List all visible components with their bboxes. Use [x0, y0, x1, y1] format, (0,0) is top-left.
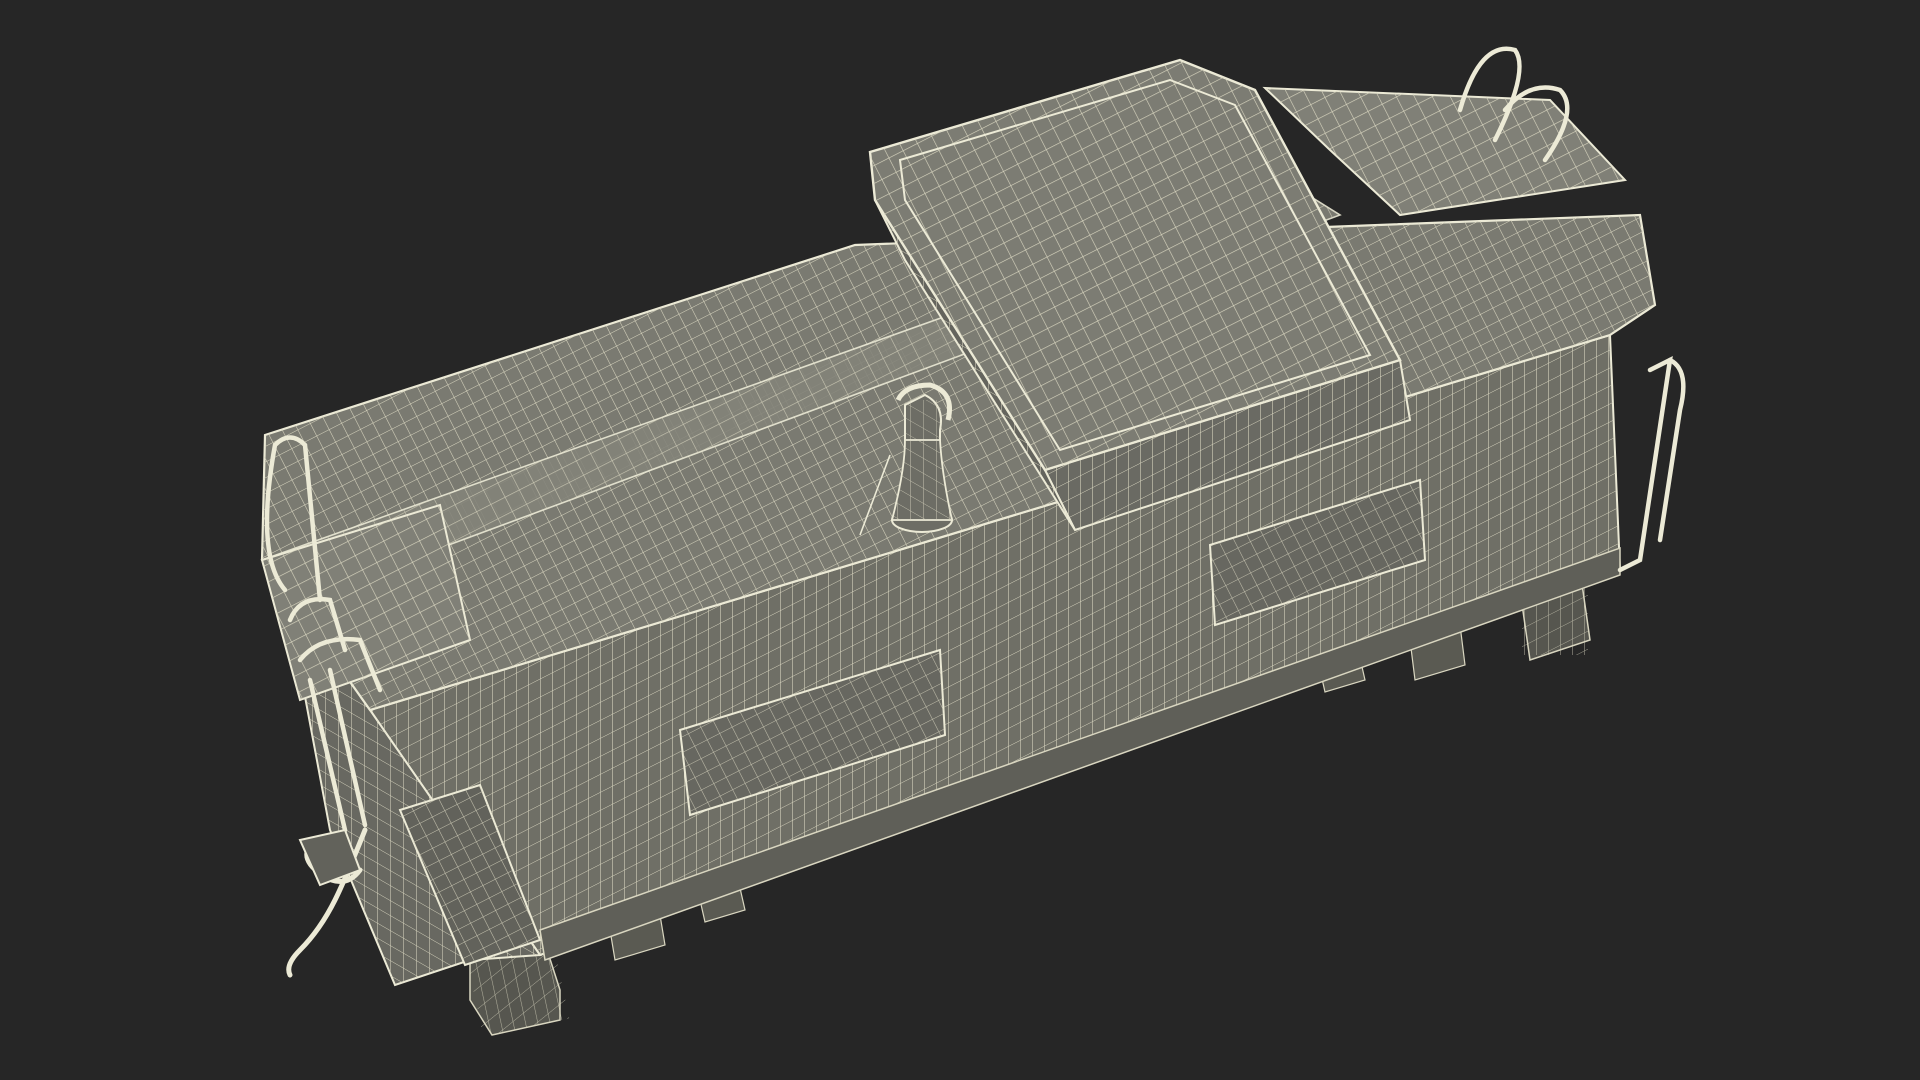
- 3d-viewport[interactable]: [0, 0, 1920, 1080]
- caboose-wireframe-render: [260, 46, 1686, 1037]
- rear-ladder-rail-2: [1657, 357, 1686, 543]
- rear-platform-mesh: [1265, 88, 1625, 215]
- rear-platform: [1262, 86, 1628, 217]
